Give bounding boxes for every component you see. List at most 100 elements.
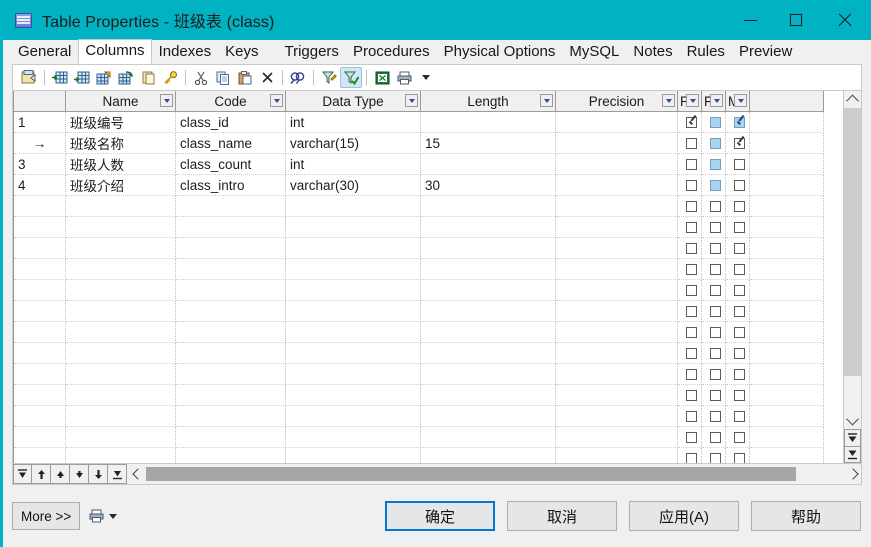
header-dropdown-icon[interactable] (710, 94, 723, 107)
header-dropdown-icon[interactable] (270, 94, 283, 107)
checkbox[interactable] (710, 264, 721, 276)
cell-length[interactable] (420, 447, 556, 463)
help-button[interactable]: 帮助 (751, 501, 861, 531)
cell-datatype[interactable] (285, 237, 421, 259)
cell-length[interactable] (420, 195, 556, 217)
cell-foreign[interactable] (701, 321, 726, 343)
cell-datatype[interactable] (285, 426, 421, 448)
cell-length[interactable] (420, 279, 556, 301)
checkbox[interactable] (710, 243, 721, 255)
cell-mandatory[interactable] (725, 300, 750, 322)
checkbox[interactable] (686, 306, 697, 318)
filter-icon[interactable] (318, 67, 340, 88)
scroll-down-button[interactable] (844, 412, 861, 429)
add-row-icon[interactable] (71, 67, 93, 88)
cell-name[interactable] (65, 216, 176, 238)
checkbox[interactable] (710, 432, 721, 444)
cell-foreign[interactable] (701, 279, 726, 301)
cell-primary[interactable] (677, 153, 702, 175)
column-header-precision[interactable]: Precision (555, 91, 678, 112)
cell-datatype[interactable] (285, 342, 421, 364)
checkbox[interactable] (710, 327, 721, 339)
cell-length[interactable] (420, 300, 556, 322)
checkbox[interactable] (734, 201, 745, 213)
cell-length[interactable] (420, 384, 556, 406)
row-number[interactable] (13, 342, 66, 364)
cell-precision[interactable] (555, 342, 678, 364)
maximize-button[interactable] (773, 0, 819, 40)
hscroll-thumb[interactable] (146, 467, 797, 481)
cell-foreign[interactable] (701, 405, 726, 427)
table-row[interactable] (13, 405, 824, 427)
checkbox[interactable] (686, 180, 697, 192)
cell-foreign[interactable] (701, 426, 726, 448)
cell-name[interactable]: 班级介绍 (65, 174, 176, 196)
cell-precision[interactable] (555, 216, 678, 238)
cell-code[interactable]: class_intro (175, 174, 286, 196)
cancel-button[interactable]: 取消 (507, 501, 617, 531)
checkbox[interactable] (686, 159, 697, 171)
add-column-icon[interactable] (93, 67, 115, 88)
checkbox[interactable] (710, 369, 721, 381)
vertical-scrollbar[interactable] (843, 91, 861, 463)
nav-next-record[interactable] (89, 464, 108, 484)
row-current-marker[interactable]: → (13, 132, 66, 154)
checkbox[interactable] (734, 453, 745, 463)
checkbox[interactable] (710, 222, 721, 234)
checkbox[interactable] (686, 285, 697, 297)
cell-code[interactable] (175, 258, 286, 280)
table-row[interactable] (13, 321, 824, 343)
find-icon[interactable] (287, 67, 309, 88)
cell-primary[interactable] (677, 426, 702, 448)
cell-mandatory[interactable] (725, 321, 750, 343)
checkbox[interactable] (734, 159, 745, 171)
cell-length[interactable] (420, 426, 556, 448)
cell-datatype[interactable] (285, 279, 421, 301)
checkbox[interactable] (686, 327, 697, 339)
row-number[interactable] (13, 279, 66, 301)
cell-length[interactable] (420, 258, 556, 280)
more-button[interactable]: More >> (12, 502, 81, 530)
cell-name[interactable] (65, 258, 176, 280)
cell-precision[interactable] (555, 132, 678, 154)
cell-mandatory[interactable] (725, 342, 750, 364)
table-row[interactable]: → 班级名称 class_name varchar(15) 15 (13, 132, 824, 154)
column-header-length[interactable]: Length (420, 91, 556, 112)
table-row[interactable] (13, 342, 824, 364)
key-icon[interactable] (159, 67, 181, 88)
scroll-to-top-button[interactable] (844, 429, 861, 446)
checkbox[interactable] (734, 243, 745, 255)
header-dropdown-icon[interactable] (662, 94, 675, 107)
cell-foreign[interactable] (701, 300, 726, 322)
cell-length[interactable] (420, 405, 556, 427)
checkbox[interactable] (686, 432, 697, 444)
cell-foreign[interactable] (701, 132, 726, 154)
cell-code[interactable] (175, 363, 286, 385)
scroll-to-bottom-button[interactable] (844, 446, 861, 463)
cell-name[interactable] (65, 237, 176, 259)
cell-precision[interactable] (555, 258, 678, 280)
checkbox[interactable] (686, 117, 697, 129)
cell-code[interactable] (175, 279, 286, 301)
insert-row-icon[interactable] (49, 67, 71, 88)
row-number[interactable] (13, 300, 66, 322)
cell-datatype[interactable] (285, 258, 421, 280)
cell-datatype[interactable]: varchar(30) (285, 174, 421, 196)
tab-notes[interactable]: Notes (626, 40, 679, 64)
cell-length[interactable] (420, 321, 556, 343)
cell-mandatory[interactable] (725, 174, 750, 196)
table-row[interactable]: 4 班级介绍 class_intro varchar(30) 30 (13, 174, 824, 196)
close-button[interactable] (819, 0, 871, 40)
checkbox[interactable] (686, 453, 697, 463)
table-row[interactable] (13, 258, 824, 280)
checkbox[interactable] (734, 222, 745, 234)
table-row[interactable] (13, 279, 824, 301)
import-columns-icon[interactable] (115, 67, 137, 88)
cell-primary[interactable] (677, 216, 702, 238)
cell-primary[interactable] (677, 384, 702, 406)
cell-name[interactable]: 班级编号 (65, 111, 176, 133)
checkbox[interactable] (710, 411, 721, 423)
cell-code[interactable]: class_name (175, 132, 286, 154)
checkbox[interactable] (734, 285, 745, 297)
cell-primary[interactable] (677, 237, 702, 259)
